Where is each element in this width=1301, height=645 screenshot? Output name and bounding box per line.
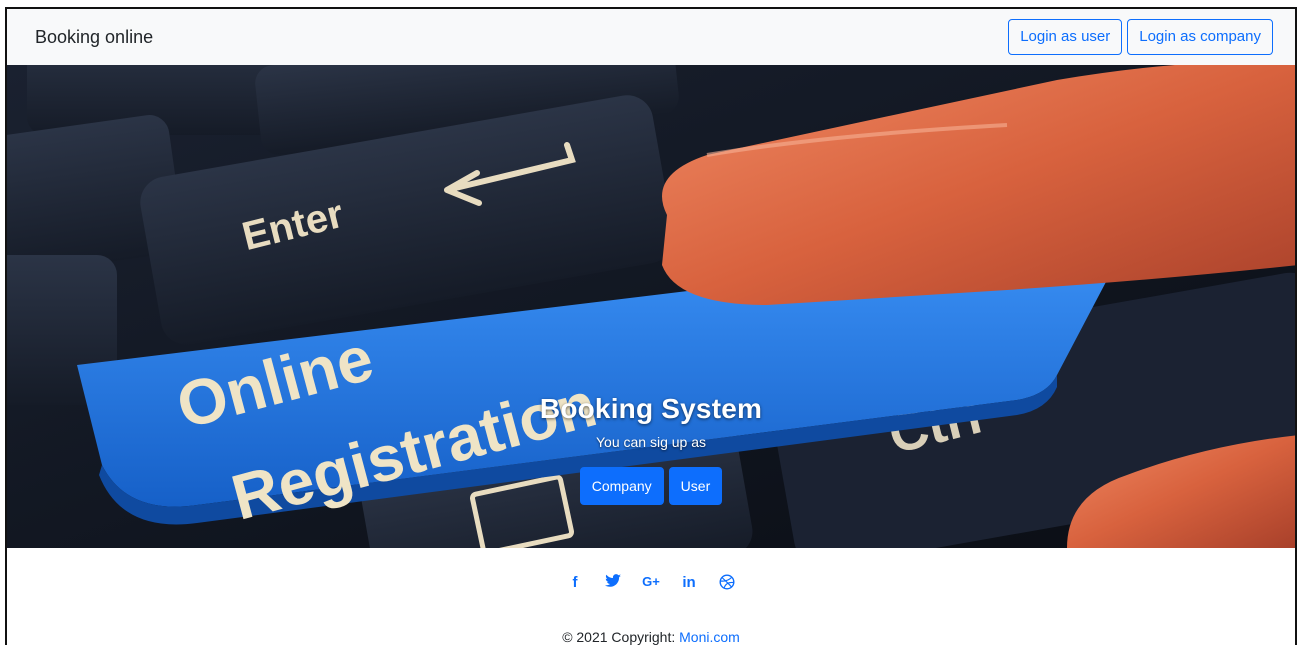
- login-as-company-button[interactable]: Login as company: [1127, 19, 1273, 55]
- navbar: Booking online Login as user Login as co…: [7, 9, 1295, 65]
- signup-company-button[interactable]: Company: [579, 467, 664, 505]
- twitter-icon[interactable]: [604, 574, 622, 591]
- login-as-user-button[interactable]: Login as user: [1008, 19, 1123, 55]
- google-plus-icon[interactable]: G+: [642, 574, 660, 591]
- hero-title: Booking System: [539, 393, 763, 424]
- copyright: © 2021 Copyright: Moni.com: [7, 629, 1295, 645]
- brand-title[interactable]: Booking online: [35, 27, 153, 48]
- copyright-link[interactable]: Moni.com: [679, 629, 740, 645]
- nav-actions: Login as user Login as company: [1008, 19, 1273, 55]
- copyright-text: © 2021 Copyright:: [562, 629, 680, 645]
- social-links: f G+ in: [7, 574, 1295, 591]
- linkedin-icon[interactable]: in: [680, 574, 698, 591]
- facebook-icon[interactable]: f: [566, 574, 584, 591]
- signup-buttons: Company User: [7, 467, 1295, 505]
- signup-user-button[interactable]: User: [668, 467, 723, 505]
- hero-banner: Enter Ctrl Online Registration Booking S…: [7, 65, 1295, 548]
- hero-caption: Booking System You can sig up as Company…: [7, 393, 1295, 505]
- hero-subtitle: You can sig up as: [595, 434, 706, 450]
- footer: f G+ in © 2021 Copyright: Moni.com: [7, 548, 1295, 645]
- page-frame: Booking online Login as user Login as co…: [5, 7, 1297, 645]
- dribbble-icon[interactable]: [718, 574, 736, 591]
